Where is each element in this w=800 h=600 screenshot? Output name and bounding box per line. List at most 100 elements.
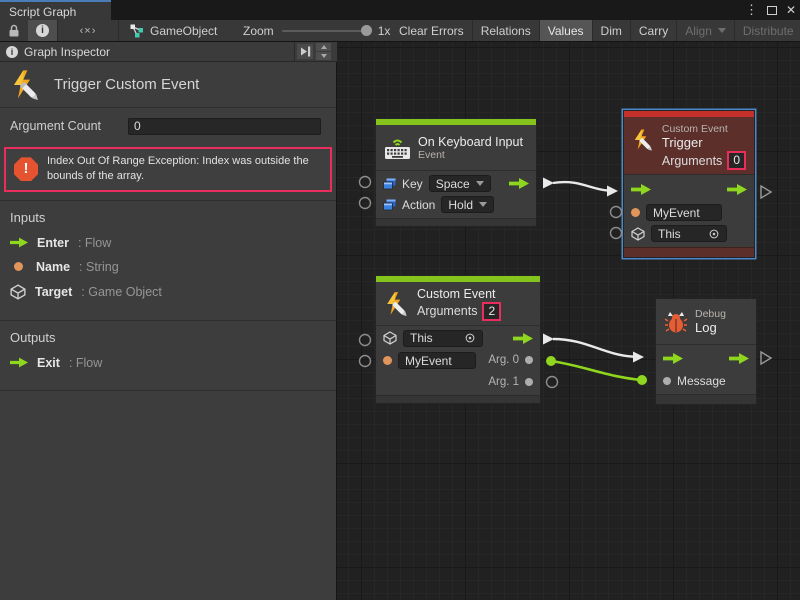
relations-button[interactable]: Relations	[473, 20, 540, 41]
flow-out-port[interactable]	[509, 178, 529, 189]
chevron-down-icon	[476, 181, 484, 186]
node-title: Custom Event	[417, 287, 501, 301]
node-custom-event[interactable]: Custom Event Arguments 2 This	[375, 275, 541, 404]
port-trigger-name-in[interactable]	[611, 207, 622, 218]
tab-script-graph[interactable]: Script Graph	[0, 0, 111, 20]
object-picker-icon[interactable]	[464, 332, 476, 344]
code-preview-button[interactable]: ‹×›	[58, 20, 118, 41]
arg0-port[interactable]	[525, 356, 533, 364]
graph-toolbar: i ‹×› GameObject Zoom 1x	[0, 20, 800, 42]
arg1-label: Arg. 1	[488, 376, 519, 388]
port-arg1-out[interactable]	[547, 377, 558, 388]
keyboard-event-icon	[384, 136, 411, 160]
collapse-panel-button[interactable]	[297, 44, 313, 59]
zoom-slider-handle[interactable]	[361, 25, 372, 36]
dim-button[interactable]: Dim	[593, 20, 631, 41]
flow-out-port[interactable]	[729, 353, 749, 364]
pin-name: Enter	[37, 236, 69, 250]
titlebar: Script Graph ⋮ ✕	[0, 0, 800, 20]
window-menu-icon[interactable]: ⋮	[745, 2, 758, 18]
unconnected-flow-ports[interactable]	[761, 186, 771, 364]
lock-button[interactable]	[0, 20, 28, 41]
port-label-action: Action	[402, 198, 435, 212]
argument-count-label: Argument Count	[10, 119, 101, 133]
connection-customevent-to-debug[interactable]	[543, 334, 644, 363]
action-dropdown[interactable]: Hold	[441, 196, 494, 213]
flow-in-port[interactable]	[631, 184, 651, 195]
arguments-count-field[interactable]: 2	[482, 302, 501, 321]
flow-out-port[interactable]	[513, 333, 533, 344]
outputs-section: Outputs Exit : Flow	[0, 321, 336, 390]
action-icon	[383, 199, 396, 211]
pin-name: Name	[36, 260, 70, 274]
arguments-label: Arguments	[417, 304, 477, 318]
pin-name: Target	[35, 285, 72, 299]
port-trigger-target-in[interactable]	[611, 228, 622, 239]
zoom-slider[interactable]	[282, 30, 370, 32]
graph-inspector-titlebar[interactable]: i Graph Inspector	[0, 42, 295, 61]
string-port-icon	[14, 262, 23, 271]
error-icon: !	[14, 157, 38, 181]
target-value: This	[658, 226, 681, 242]
key-dropdown[interactable]: Space	[429, 175, 491, 192]
distribute-button[interactable]: Distribute	[735, 20, 800, 41]
node-on-keyboard-input[interactable]: On Keyboard Input Event Key Space	[375, 118, 537, 227]
collapse-icon	[300, 46, 311, 57]
maximize-icon[interactable]	[767, 6, 777, 15]
triangle-down-icon	[321, 54, 327, 58]
event-name-input[interactable]: MyEvent	[646, 204, 722, 221]
graph-canvas[interactable]: On Keyboard Input Event Key Space	[337, 42, 800, 600]
cube-port[interactable]	[383, 331, 397, 345]
carry-button[interactable]: Carry	[631, 20, 677, 41]
port-event-name-in[interactable]	[360, 356, 371, 367]
string-port[interactable]	[383, 356, 392, 365]
clear-errors-button[interactable]: Clear Errors	[391, 20, 473, 41]
input-pin-target: Target : Game Object	[10, 284, 326, 300]
string-port[interactable]	[631, 208, 640, 217]
error-message-box: ! Index Out Of Range Exception: Index wa…	[4, 147, 332, 192]
spin-up-button[interactable]	[316, 43, 331, 51]
message-port[interactable]	[663, 377, 671, 385]
chevron-down-icon	[718, 28, 726, 33]
argument-count-input[interactable]: 0	[128, 118, 321, 135]
values-button[interactable]: Values	[540, 20, 593, 41]
graph-inspector-title: Graph Inspector	[24, 45, 110, 59]
flow-out-port[interactable]	[727, 184, 747, 195]
connection-keyboard-to-trigger[interactable]	[543, 178, 618, 197]
spin-down-button[interactable]	[316, 52, 331, 60]
target-dropdown[interactable]: This	[403, 330, 483, 347]
event-name-input[interactable]: MyEvent	[398, 352, 476, 369]
port-key-in[interactable]	[360, 177, 371, 188]
code-icon: ‹×›	[80, 25, 97, 37]
output-pin-exit: Exit : Flow	[10, 356, 326, 370]
gameobject-context-chip[interactable]: GameObject	[119, 20, 227, 41]
pin-type: : Game Object	[81, 285, 162, 299]
zoom-value: 1x	[378, 24, 391, 38]
arg0-label: Arg. 0	[488, 354, 519, 366]
align-button[interactable]: Align	[677, 20, 735, 41]
cube-port[interactable]	[631, 227, 645, 241]
port-event-target-in[interactable]	[360, 335, 371, 346]
target-dropdown[interactable]: This	[651, 225, 727, 242]
pin-type: : Flow	[78, 236, 111, 250]
inspector-toggle-button[interactable]: i	[28, 20, 57, 41]
flow-in-port[interactable]	[663, 353, 683, 364]
node-debug-log[interactable]: Debug Log Message	[655, 298, 757, 405]
bug-icon	[664, 310, 688, 334]
arg1-port[interactable]	[525, 378, 533, 386]
gameobject-label: GameObject	[150, 24, 217, 38]
port-action-in[interactable]	[360, 198, 371, 209]
connection-arg0-to-message[interactable]	[546, 356, 647, 385]
node-subtitle: Event	[418, 149, 523, 161]
port-trigger-flow-out[interactable]	[761, 186, 771, 198]
port-debug-flow-out[interactable]	[761, 352, 771, 364]
node-trigger-custom-event[interactable]: Custom Event Trigger Arguments 0 MyEvent	[623, 110, 755, 258]
keycode-icon	[383, 178, 396, 190]
unity-visual-scripting-window: Script Graph ⋮ ✕ i ‹×›	[0, 0, 800, 600]
node-title: Trigger	[662, 135, 746, 150]
graph-inspector-panel: Trigger Custom Event Argument Count 0 ! …	[0, 62, 337, 600]
arguments-count-field[interactable]: 0	[727, 151, 746, 170]
close-icon[interactable]: ✕	[786, 3, 796, 17]
input-pin-enter: Enter : Flow	[10, 236, 326, 250]
object-picker-icon[interactable]	[708, 228, 720, 240]
